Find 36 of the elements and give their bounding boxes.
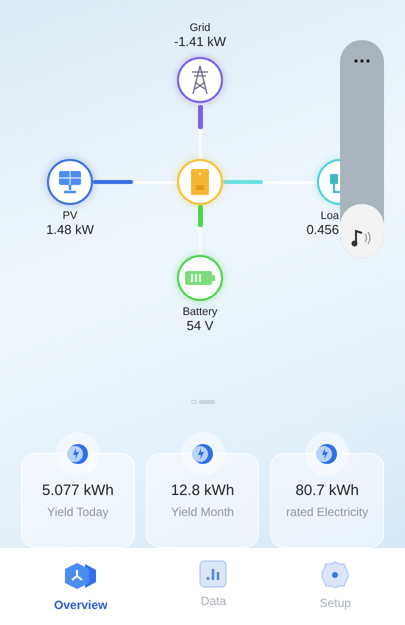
node-label: Battery xyxy=(182,306,218,319)
inverter-node[interactable] xyxy=(177,159,223,205)
node-value: -1.41 kW xyxy=(174,35,226,48)
more-icon xyxy=(353,59,371,63)
inverter-icon xyxy=(190,168,210,196)
hexagon-icon xyxy=(62,560,99,592)
node-label: Grid xyxy=(190,22,210,35)
stat-label: Yield Today xyxy=(47,505,109,519)
node-value: 54 V xyxy=(186,319,214,332)
nav-tab[interactable]: Data xyxy=(185,556,242,612)
node-value: 1.48 kW xyxy=(46,223,94,236)
bar-chart-icon xyxy=(199,560,228,588)
flow-line xyxy=(198,205,203,227)
battery-node[interactable] xyxy=(177,255,223,301)
battery-icon xyxy=(184,269,216,287)
energy-icon xyxy=(66,443,89,465)
stat-value: 80.7 kWh xyxy=(295,482,359,499)
volume-fill[interactable] xyxy=(340,204,384,258)
stat-label: Yield Month xyxy=(171,505,234,519)
nav-tab[interactable]: Setup xyxy=(306,556,365,614)
pv-node[interactable] xyxy=(47,159,93,205)
stat-value: 5.077 kWh xyxy=(42,482,114,499)
stat-value: 12.8 kWh xyxy=(170,482,234,499)
grid-node[interactable] xyxy=(177,57,223,103)
energy-icon xyxy=(316,443,338,465)
energy-icon xyxy=(192,443,214,465)
node-label: Loa xyxy=(320,210,339,223)
flow-line xyxy=(93,180,133,184)
flow-line xyxy=(223,180,263,184)
node-label: PV xyxy=(62,210,78,223)
node-value: 0.456 xyxy=(306,223,339,236)
gear-icon xyxy=(320,560,350,590)
solar-panel-icon xyxy=(56,169,84,195)
flow-line xyxy=(198,105,203,129)
nav-tab[interactable]: Overview xyxy=(40,556,122,616)
stat-label: rated Electricity xyxy=(286,505,368,519)
